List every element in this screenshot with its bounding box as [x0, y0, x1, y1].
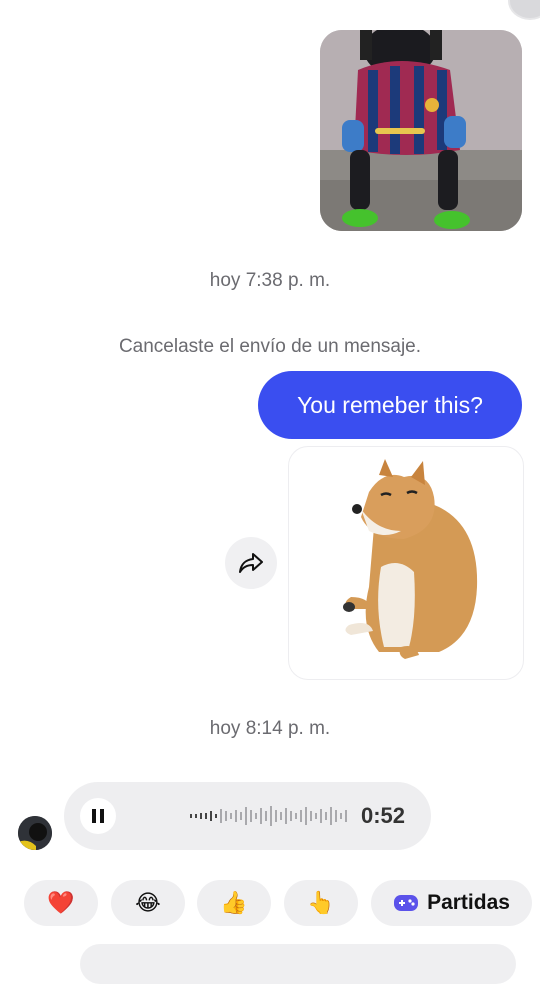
contact-avatar-image: [18, 816, 52, 850]
quick-reply-laughing[interactable]: 😂: [111, 880, 185, 926]
avatar[interactable]: [18, 816, 52, 850]
sticker-message[interactable]: [288, 446, 524, 680]
pause-icon: [92, 809, 104, 823]
forward-button[interactable]: [225, 537, 277, 589]
doge-sticker-icon: [343, 459, 478, 659]
dog-photo-image: [320, 30, 522, 231]
header-action-button[interactable]: [508, 0, 540, 20]
laughing-emoji-icon: 😂: [135, 890, 161, 915]
message-input[interactable]: [80, 944, 516, 984]
voice-message[interactable]: 0:52: [64, 782, 431, 850]
voice-duration: 0:52: [361, 803, 406, 828]
photo-message[interactable]: [320, 30, 522, 231]
quick-reply-pointing-up[interactable]: 👆: [284, 880, 358, 926]
share-arrow-icon: [239, 553, 263, 573]
heart-icon: ❤️: [47, 890, 75, 915]
pause-button[interactable]: [80, 798, 116, 834]
timestamp: hoy 8:14 p. m.: [209, 718, 331, 739]
pointing-up-icon: 👆: [307, 890, 335, 915]
games-label: Partidas: [427, 891, 510, 914]
timestamp: hoy 7:38 p. m.: [209, 270, 331, 291]
thumbs-up-icon: 👍: [220, 890, 248, 915]
gamepad-icon: [394, 895, 419, 911]
waveform-icon: [190, 806, 347, 826]
outgoing-message-bubble[interactable]: You remeber this?: [258, 371, 522, 439]
quick-reply-heart[interactable]: ❤️: [24, 880, 98, 926]
games-button[interactable]: Partidas: [371, 880, 532, 926]
quick-reply-thumbs-up[interactable]: 👍: [197, 880, 271, 926]
message-text: You remeber this?: [297, 391, 483, 418]
unsent-message-notice: Cancelaste el envío de un mensaje.: [118, 336, 422, 357]
